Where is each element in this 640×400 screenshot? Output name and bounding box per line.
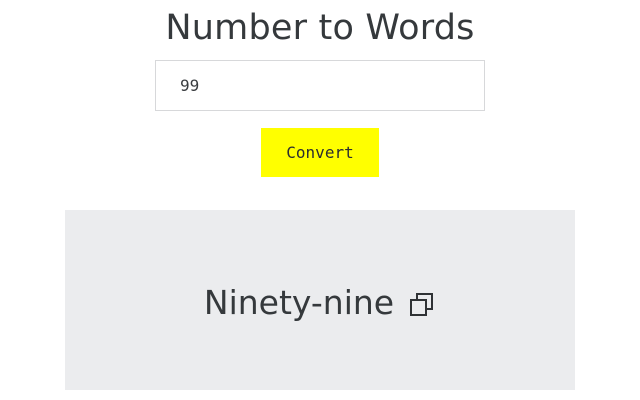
- result-row: Ninety-nine: [65, 210, 575, 390]
- page-title: Number to Words: [165, 8, 475, 48]
- number-input[interactable]: [155, 60, 485, 111]
- copy-icon[interactable]: [408, 291, 436, 319]
- app-window: Number to Words Convert Ninety-nine: [0, 0, 640, 400]
- convert-button[interactable]: Convert: [261, 128, 379, 177]
- result-text: Ninety-nine: [203, 283, 395, 322]
- result-panel: Ninety-nine: [65, 210, 575, 390]
